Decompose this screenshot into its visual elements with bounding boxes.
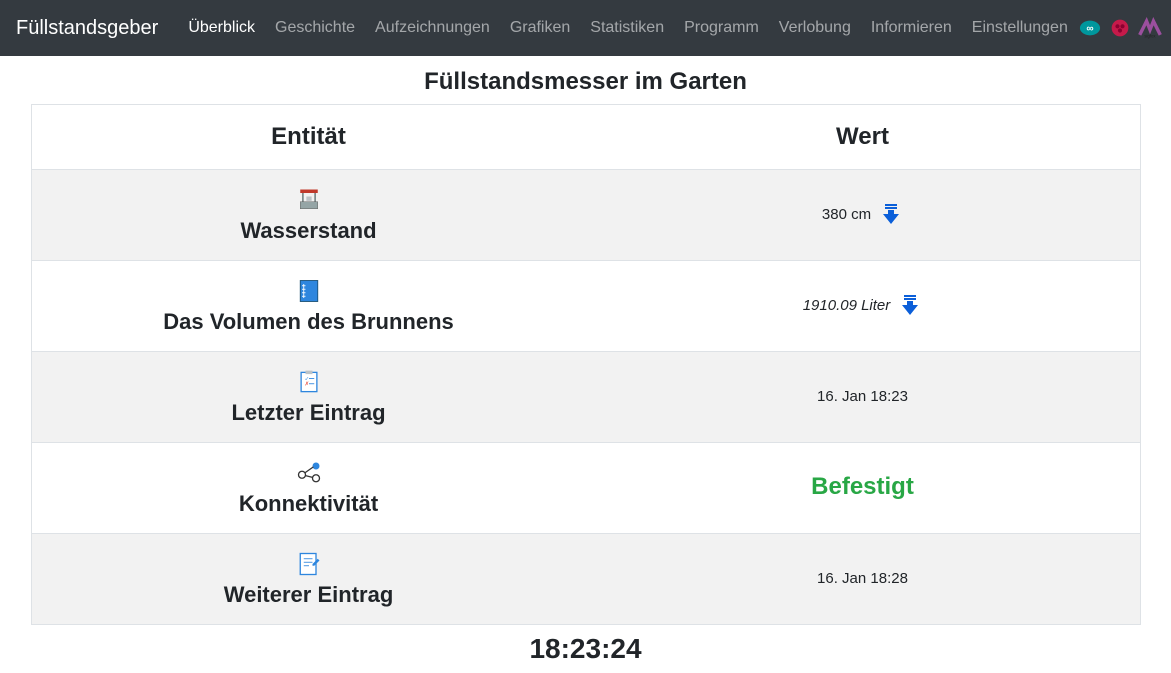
arrow-down-icon xyxy=(898,293,922,317)
sigfox-icon[interactable]: sigfox xyxy=(1138,16,1162,40)
volume-icon xyxy=(293,275,325,307)
svg-text:sigfox: sigfox xyxy=(1144,33,1156,38)
nav-item-statistiken[interactable]: Statistiken xyxy=(580,11,674,45)
table-row: Konnektivität Befestigt xyxy=(31,443,1140,534)
value-next-entry: 16. Jan 18:28 xyxy=(817,570,908,587)
svg-text:✗: ✗ xyxy=(304,382,308,388)
table-header-row: Entität Wert xyxy=(31,105,1140,170)
entity-label: Das Volumen des Brunnens xyxy=(163,309,454,335)
nav-item-uberblick[interactable]: Überblick xyxy=(178,11,265,45)
svg-text:∞: ∞ xyxy=(1086,24,1093,35)
nav-links: Überblick Geschichte Aufzeichnungen Graf… xyxy=(178,11,1078,45)
page-title: Füllstandsmesser im Garten xyxy=(0,56,1171,104)
nav-item-grafiken[interactable]: Grafiken xyxy=(500,11,580,45)
nav-item-programm[interactable]: Programm xyxy=(674,11,769,45)
value-wasserstand: 380 cm xyxy=(822,206,871,223)
clipboard-icon: ✓✗ xyxy=(293,366,325,398)
arrow-down-icon xyxy=(879,202,903,226)
navbar: Füllstandsgeber Überblick Geschichte Auf… xyxy=(0,0,1171,56)
raspberry-icon[interactable] xyxy=(1108,16,1132,40)
header-entity: Entität xyxy=(31,105,586,170)
header-value: Wert xyxy=(586,105,1141,170)
nav-item-einstellungen[interactable]: Einstellungen xyxy=(962,11,1078,45)
nav-item-aufzeichnungen[interactable]: Aufzeichnungen xyxy=(365,11,500,45)
nav-item-informieren[interactable]: Informieren xyxy=(861,11,962,45)
entity-label: Weiterer Eintrag xyxy=(224,582,394,608)
arduino-icon[interactable]: ∞ xyxy=(1078,16,1102,40)
table-row: Wasserstand 380 cm xyxy=(31,170,1140,261)
well-icon xyxy=(293,184,325,216)
value-last-entry: 16. Jan 18:23 xyxy=(817,388,908,405)
brand[interactable]: Füllstandsgeber xyxy=(16,17,178,40)
value-volume: 1910.09 Liter xyxy=(803,297,891,314)
nav-item-verlobung[interactable]: Verlobung xyxy=(769,11,861,45)
entity-label: Letzter Eintrag xyxy=(231,400,385,426)
nav-item-geschichte[interactable]: Geschichte xyxy=(265,11,365,45)
network-icon xyxy=(293,457,325,489)
clock: 18:23:24 xyxy=(0,625,1171,673)
overview-table: Entität Wert Wasserstand 380 cm xyxy=(31,104,1141,625)
table-row: ✓✗ Letzter Eintrag 16. Jan 18:23 xyxy=(31,352,1140,443)
value-connectivity: Befestigt xyxy=(811,473,914,501)
table-row: Weiterer Eintrag 16. Jan 18:28 xyxy=(31,534,1140,625)
entity-label: Konnektivität xyxy=(239,491,378,517)
nav-icons: ∞ sigfox xyxy=(1078,16,1162,40)
note-icon xyxy=(293,548,325,580)
entity-label: Wasserstand xyxy=(240,218,376,244)
table-row: Das Volumen des Brunnens 1910.09 Liter xyxy=(31,261,1140,352)
